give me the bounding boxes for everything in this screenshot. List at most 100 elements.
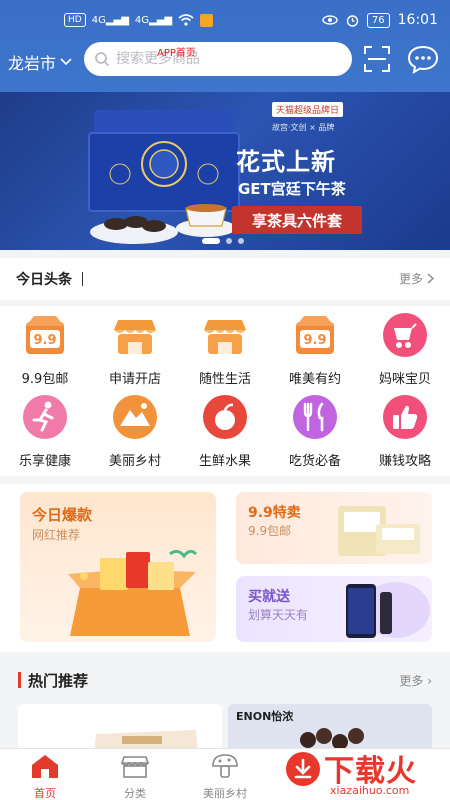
headline-bar: 今日头条 更多 (0, 258, 450, 300)
category-label: 9.9包邮 (21, 372, 69, 387)
hd-badge: HD (64, 13, 86, 27)
category-item-3[interactable]: 随性生活 (180, 312, 270, 387)
category-item-10[interactable]: 赚钱攻略 (360, 394, 450, 469)
signal-2-label: 4G (134, 14, 150, 26)
promo-card-gift-title: 买就送 (248, 589, 290, 605)
scan-icon[interactable] (362, 44, 392, 74)
home-icon (32, 755, 58, 778)
banner-dot-2[interactable] (226, 238, 232, 244)
wifi-icon (178, 14, 194, 26)
search-bar[interactable] (84, 42, 352, 76)
thumbs-up-icon (383, 395, 427, 439)
tab-category[interactable]: 分类 (100, 753, 170, 800)
status-left: HD 4G▂▄▆ 4G▂▄▆ (64, 13, 214, 27)
tab-village[interactable]: 美丽乡村 (190, 753, 260, 800)
chat-bubble-icon[interactable] (406, 44, 440, 74)
promo-card-hot-sub: 网红推荐 (32, 528, 81, 542)
status-right: 76 16:01 (322, 12, 438, 28)
city-label: 龙岩市 (8, 54, 57, 73)
category-label: 乐享健康 (18, 454, 71, 469)
banner-brand-row: 故宫·文创 × 品牌 (272, 123, 335, 132)
hot-recommend-title: 热门推荐 (28, 672, 89, 690)
category-label: 唯美有约 (288, 372, 341, 387)
category-item-7[interactable]: 美丽乡村 (90, 394, 180, 469)
search-icon (95, 52, 110, 67)
box-99-icon: 9.9 (26, 316, 64, 354)
mushroom-icon (212, 754, 238, 778)
promo-card-99-title: 9.9特卖 (248, 505, 301, 521)
promo-card-gift-sub: 划算天天有 (248, 608, 309, 622)
banner-subtitle: GET宫廷下午茶 (238, 180, 346, 198)
promo-card-hot-title: 今日爆款 (32, 506, 93, 524)
hot-more-label: 更多 (399, 674, 424, 688)
category-label: 妈咪宝贝 (378, 372, 431, 387)
app-header: HD 4G▂▄▆ 4G▂▄▆ 76 16:01 龙岩市 APP首页 (0, 0, 450, 92)
category-shop-icon (120, 756, 150, 778)
shop-icon (114, 320, 156, 354)
tab-home[interactable]: 首页 (10, 753, 80, 800)
promo-card-gift[interactable]: 买就送 划算天天有 (236, 576, 432, 642)
category-label: 随性生活 (198, 372, 251, 387)
banner-title: 花式上新 (236, 148, 336, 176)
gift-box-illustration (68, 549, 198, 636)
section-accent-bar (18, 672, 21, 688)
box-99-icon: 9.9 (296, 316, 334, 354)
notification-icon (200, 13, 214, 27)
svg-text:9.9: 9.9 (33, 333, 56, 348)
promo-banner[interactable]: 天猫超级品牌日 故宫·文创 × 品牌 花式上新 GET宫廷下午茶 享茶具六件套 (0, 92, 450, 250)
signal-1-label: 4G (91, 14, 106, 26)
search-input[interactable] (116, 51, 316, 67)
battery-indicator: 76 (366, 12, 390, 28)
eye-icon (322, 15, 338, 25)
category-label: 吃货必备 (288, 454, 341, 469)
category-item-8[interactable]: 生鲜水果 (180, 394, 270, 469)
watermark: 下载火 xiazaihuo.com (286, 746, 450, 800)
tissue-pack-image (338, 506, 420, 556)
tab-village-label: 美丽乡村 (203, 787, 247, 800)
shop-icon (204, 320, 246, 354)
banner-dot-1[interactable] (202, 238, 220, 244)
hot-more-link[interactable]: 更多 › (399, 672, 432, 689)
promo-card-99[interactable]: 9.9特卖 9.9包邮 (236, 492, 432, 564)
promo-card-hot[interactable]: 今日爆款 网红推荐 (20, 492, 216, 642)
cutlery-icon (293, 395, 337, 439)
hot-recommend-section: 热门推荐 更多 › ENON怡浓 (0, 660, 450, 754)
banner-dot-3[interactable] (238, 238, 244, 244)
product-card-1[interactable] (18, 704, 222, 754)
fruit-icon (203, 395, 247, 439)
download-arrow-icon (294, 758, 312, 779)
category-item-1[interactable]: 9.9 9.9包邮 (0, 312, 90, 387)
banner-promo-button[interactable]: 享茶具六件套 (232, 206, 362, 234)
signal-1: 4G▂▄▆ (91, 14, 129, 26)
city-selector[interactable]: 龙岩市 (8, 50, 72, 74)
category-label: 生鲜水果 (198, 454, 251, 469)
headline-more-label: 更多 (398, 272, 423, 286)
promo-card-99-sub: 9.9包邮 (248, 524, 292, 538)
running-icon (23, 395, 67, 439)
category-item-4[interactable]: 9.9 唯美有约 (270, 312, 360, 387)
headline-more-link[interactable]: 更多 (399, 270, 434, 287)
stroller-icon (383, 313, 427, 357)
category-label: 美丽乡村 (108, 454, 161, 469)
phone-image (346, 582, 430, 638)
category-item-6[interactable]: 乐享健康 (0, 394, 90, 469)
category-item-5[interactable]: 妈咪宝贝 (360, 312, 450, 387)
category-item-2[interactable]: 申请开店 (90, 312, 180, 387)
promo-section: 今日爆款 网红推荐 9.9特卖 9.9包邮 买就送 划算天天有 (0, 484, 450, 652)
download-logo-icon (286, 752, 320, 786)
status-time: 16:01 (397, 12, 438, 28)
tab-home-label: 首页 (34, 787, 56, 800)
banner-tag: 天猫超级品牌日 (272, 102, 344, 117)
alarm-icon (346, 14, 359, 27)
category-grid: 9.9 9.9包邮 申请开店 随性生活 9.9 唯美有约 妈咪宝贝 乐享健康 美… (0, 306, 450, 476)
category-item-9[interactable]: 吃货必备 (270, 394, 360, 469)
chevron-down-icon (60, 58, 72, 66)
watermark-url: xiazaihuo.com (330, 784, 410, 797)
signal-2: 4G▂▄▆ (134, 14, 173, 26)
banner-pagination (202, 238, 244, 244)
headline-divider (82, 272, 83, 286)
tab-category-label: 分类 (124, 787, 146, 800)
category-label: 赚钱攻略 (378, 454, 431, 469)
category-label: 申请开店 (108, 372, 161, 387)
status-bar: HD 4G▂▄▆ 4G▂▄▆ 76 16:01 (0, 0, 450, 40)
